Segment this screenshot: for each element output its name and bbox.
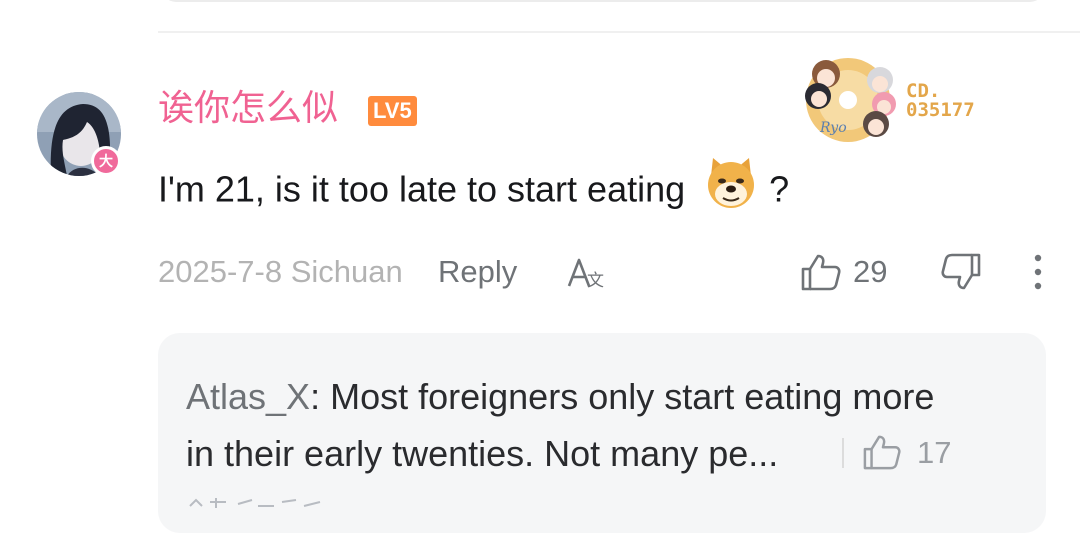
svg-text:文: 文 <box>587 271 604 290</box>
translate-icon[interactable]: 文 <box>566 256 610 295</box>
decoration-number: 035177 <box>906 99 975 121</box>
comment-date-location: 2025-7-8 Sichuan <box>158 254 403 289</box>
comment-divider <box>158 31 1080 33</box>
doge-emoji-icon <box>703 154 759 224</box>
reply-like-count: 17 <box>917 435 952 470</box>
level-badge: LV5 <box>368 96 417 126</box>
reply-line-1: Atlas_X: Most foreigners only start eati… <box>186 368 1006 425</box>
more-options-icon[interactable] <box>1028 253 1048 296</box>
previous-reply-card <box>162 0 1044 2</box>
fan-decoration[interactable]: Ryo CD. 035177 <box>800 52 990 148</box>
comment-text-main: I'm 21, is it too late to start eating <box>158 168 686 210</box>
reply-colon: : <box>310 376 331 417</box>
comment-text-end: ? <box>769 168 790 210</box>
comment-text: I'm 21, is it too late to start eating ? <box>158 158 790 212</box>
reply-divider <box>842 438 844 468</box>
comment-username[interactable]: 诶你怎么似 <box>158 84 338 134</box>
like-count: 29 <box>853 254 888 289</box>
svg-text:Ryo: Ryo <box>819 120 847 136</box>
like-icon[interactable] <box>800 252 842 297</box>
avatar-badge: 大 <box>91 146 121 176</box>
dislike-icon[interactable] <box>940 252 982 297</box>
reply-username[interactable]: Atlas_X <box>186 376 310 417</box>
reply-like-icon[interactable] <box>862 433 902 476</box>
reply-button[interactable]: Reply <box>438 250 517 294</box>
reply-text-line1: Most foreigners only start eating more <box>330 376 935 417</box>
